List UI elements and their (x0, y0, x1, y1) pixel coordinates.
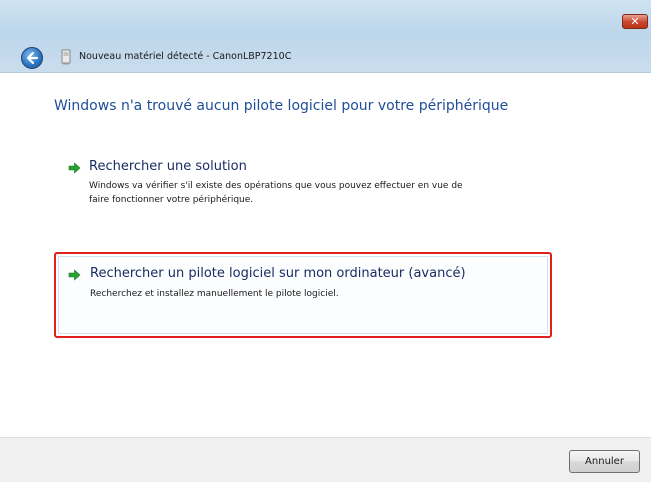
dialog-footer: Annuler (0, 437, 651, 482)
option-title: Rechercher une solution (89, 159, 247, 174)
green-arrow-icon (68, 269, 81, 281)
option-description: Windows va vérifier s'il existe des opér… (89, 181, 463, 191)
green-arrow-icon (68, 162, 81, 174)
dialog-window: ✕ Nouveau matériel détecté - CanonLBP721… (0, 0, 651, 482)
title-bar: ✕ Nouveau matériel détecté - CanonLBP721… (0, 0, 651, 73)
close-icon: ✕ (630, 15, 640, 28)
window-title: Nouveau matériel détecté - CanonLBP7210C (79, 51, 292, 62)
close-button[interactable]: ✕ (622, 14, 648, 29)
option-description: faire fonctionner votre périphérique. (89, 195, 254, 205)
option-title: Rechercher un pilote logiciel sur mon or… (90, 266, 466, 281)
back-button[interactable] (21, 47, 43, 69)
back-arrow-icon (26, 51, 39, 65)
hardware-device-icon (61, 49, 71, 65)
option-description: Recherchez et installez manuellement le … (90, 289, 339, 299)
cancel-button[interactable]: Annuler (569, 450, 640, 473)
page-heading: Windows n'a trouvé aucun pilote logiciel… (54, 98, 509, 114)
option-search-solution[interactable]: Rechercher une solution Windows va vérif… (57, 155, 537, 225)
option-browse-computer[interactable]: Rechercher un pilote logiciel sur mon or… (54, 252, 552, 338)
